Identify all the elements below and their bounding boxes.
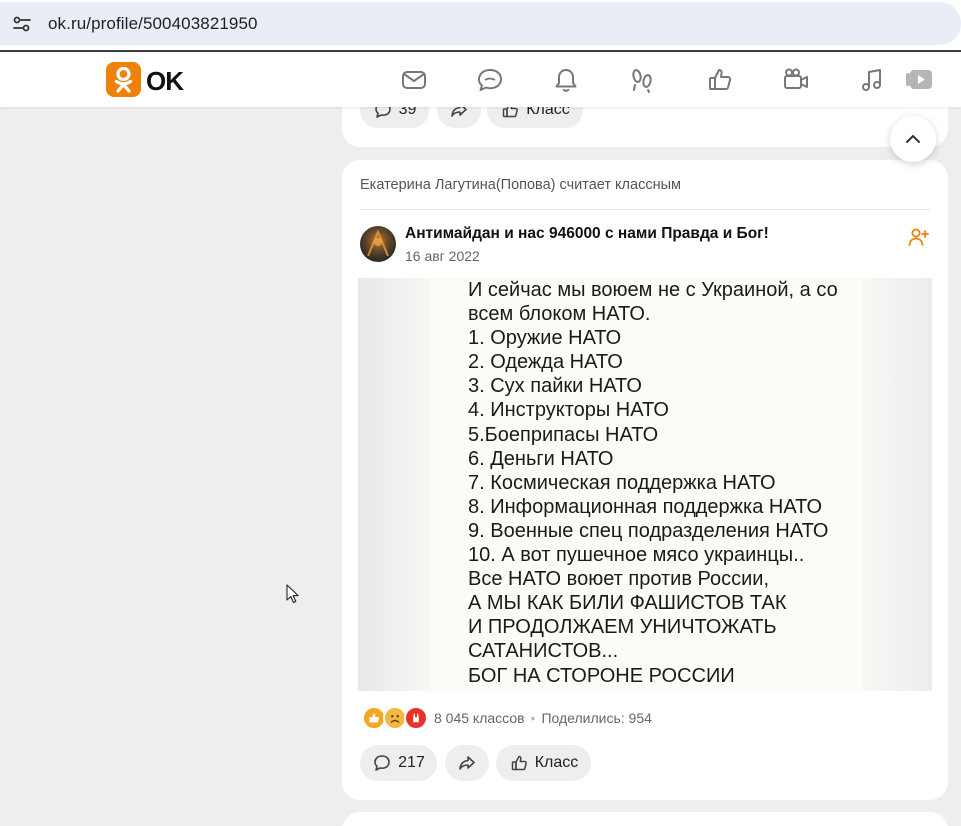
music-icon[interactable]	[858, 66, 886, 94]
group-avatar[interactable]	[360, 226, 396, 262]
browser-toolbar: ok.ru/profile/500403821950	[0, 0, 961, 51]
like-icon[interactable]	[706, 66, 734, 94]
next-post-card	[342, 812, 948, 826]
video-play-icon[interactable]	[904, 66, 934, 94]
share-icon	[459, 756, 475, 770]
rock-reaction-icon	[404, 706, 428, 730]
mouse-cursor-icon	[286, 584, 300, 604]
image-text-line: всем блоком НАТО.	[468, 303, 651, 326]
image-text-line: 4. Инструкторы НАТО	[468, 399, 669, 422]
image-text-line: 5.Боеприпасы НАТО	[468, 423, 659, 446]
post-image-text: И сейчас мы воюем не с Украиной, а со вс…	[468, 278, 932, 688]
image-text-line: 1. Оружие НАТО	[468, 327, 622, 350]
image-text-line: 3. Сух пайки НАТО	[468, 375, 642, 398]
card-divider	[360, 209, 930, 210]
shares-count[interactable]: Поделились: 954	[541, 710, 651, 726]
video-camera-icon[interactable]	[782, 66, 810, 94]
comments-count: 217	[398, 754, 425, 771]
guests-icon[interactable]	[628, 66, 656, 94]
brand-name[interactable]: OK	[146, 66, 184, 97]
share-button[interactable]	[445, 745, 489, 781]
scroll-to-top-button[interactable]	[890, 116, 936, 162]
image-text-line: 6. Деньги НАТО	[468, 447, 614, 470]
liked-by-text[interactable]: Екатерина Лагутина(Попова) считает класс…	[360, 177, 681, 193]
mail-icon[interactable]	[400, 66, 428, 94]
image-text-line: И ПРОДОЛЖАЕМ УНИЧТОЖАТЬ	[468, 616, 777, 639]
stats-separator: •	[530, 710, 536, 726]
likes-count[interactable]: 8 045 классов	[434, 710, 525, 726]
group-name[interactable]: Антимайдан и нас 946000 с нами Правда и …	[405, 225, 769, 243]
post-date[interactable]: 16 авг 2022	[405, 248, 480, 264]
comment-icon	[374, 755, 390, 771]
image-text-line: Все НАТО воюет против России,	[468, 568, 770, 591]
post-stats: 8 045 классов • Поделились: 954	[434, 710, 652, 726]
image-text-line: 2. Одежда НАТО	[468, 351, 623, 374]
address-bar[interactable]: ok.ru/profile/500403821950	[0, 2, 961, 45]
chevron-up-icon	[906, 135, 920, 143]
bell-icon[interactable]	[552, 66, 580, 94]
image-text-line: 9. Военные спец подразделения НАТО	[468, 519, 829, 542]
image-text-line: 8. Информационная поддержка НАТО	[468, 495, 823, 518]
image-text-line: 7. Космическая поддержка НАТО	[468, 471, 776, 494]
image-text-line: САТАНИСТОВ...	[468, 640, 619, 663]
site-header: OK	[0, 52, 961, 107]
chat-icon[interactable]	[476, 66, 504, 94]
thumbs-up-icon	[511, 755, 527, 771]
url-text[interactable]: ok.ru/profile/500403821950	[48, 14, 258, 34]
image-text-line: 10. А вот пушечное мясо украинцы..	[468, 544, 805, 567]
image-text-line: И сейчас мы воюем не с Украиной, а со	[468, 279, 838, 301]
image-text-line: БОГ НА СТОРОНЕ РОССИИ	[468, 664, 735, 687]
post-card: Екатерина Лагутина(Попова) считает класс…	[342, 160, 948, 800]
comments-button[interactable]: 217	[360, 745, 437, 781]
ok-logo-icon[interactable]	[106, 62, 141, 97]
join-group-icon[interactable]	[907, 226, 929, 248]
reaction-icons[interactable]	[362, 706, 428, 730]
klass-label: Класс	[534, 754, 579, 771]
site-info-icon[interactable]	[10, 12, 34, 36]
post-image[interactable]: И сейчас мы воюем не с Украиной, а со вс…	[358, 278, 932, 691]
image-text-line: А МЫ КАК БИЛИ ФАШИСТОВ ТАК	[468, 592, 787, 615]
klass-button[interactable]: Класс	[496, 745, 591, 781]
